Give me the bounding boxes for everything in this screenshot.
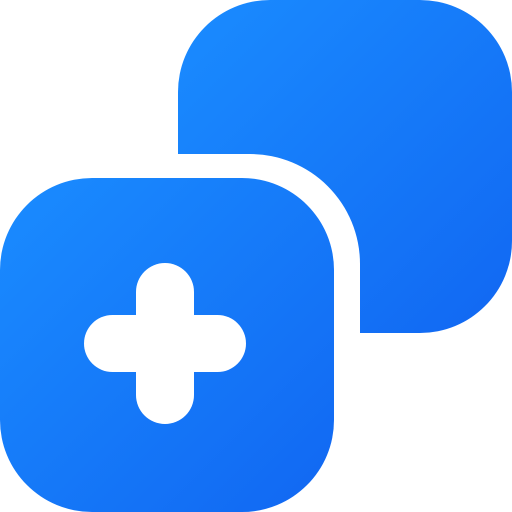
icon-canvas [0, 0, 512, 512]
add-square-duplicate-icon [0, 0, 512, 512]
